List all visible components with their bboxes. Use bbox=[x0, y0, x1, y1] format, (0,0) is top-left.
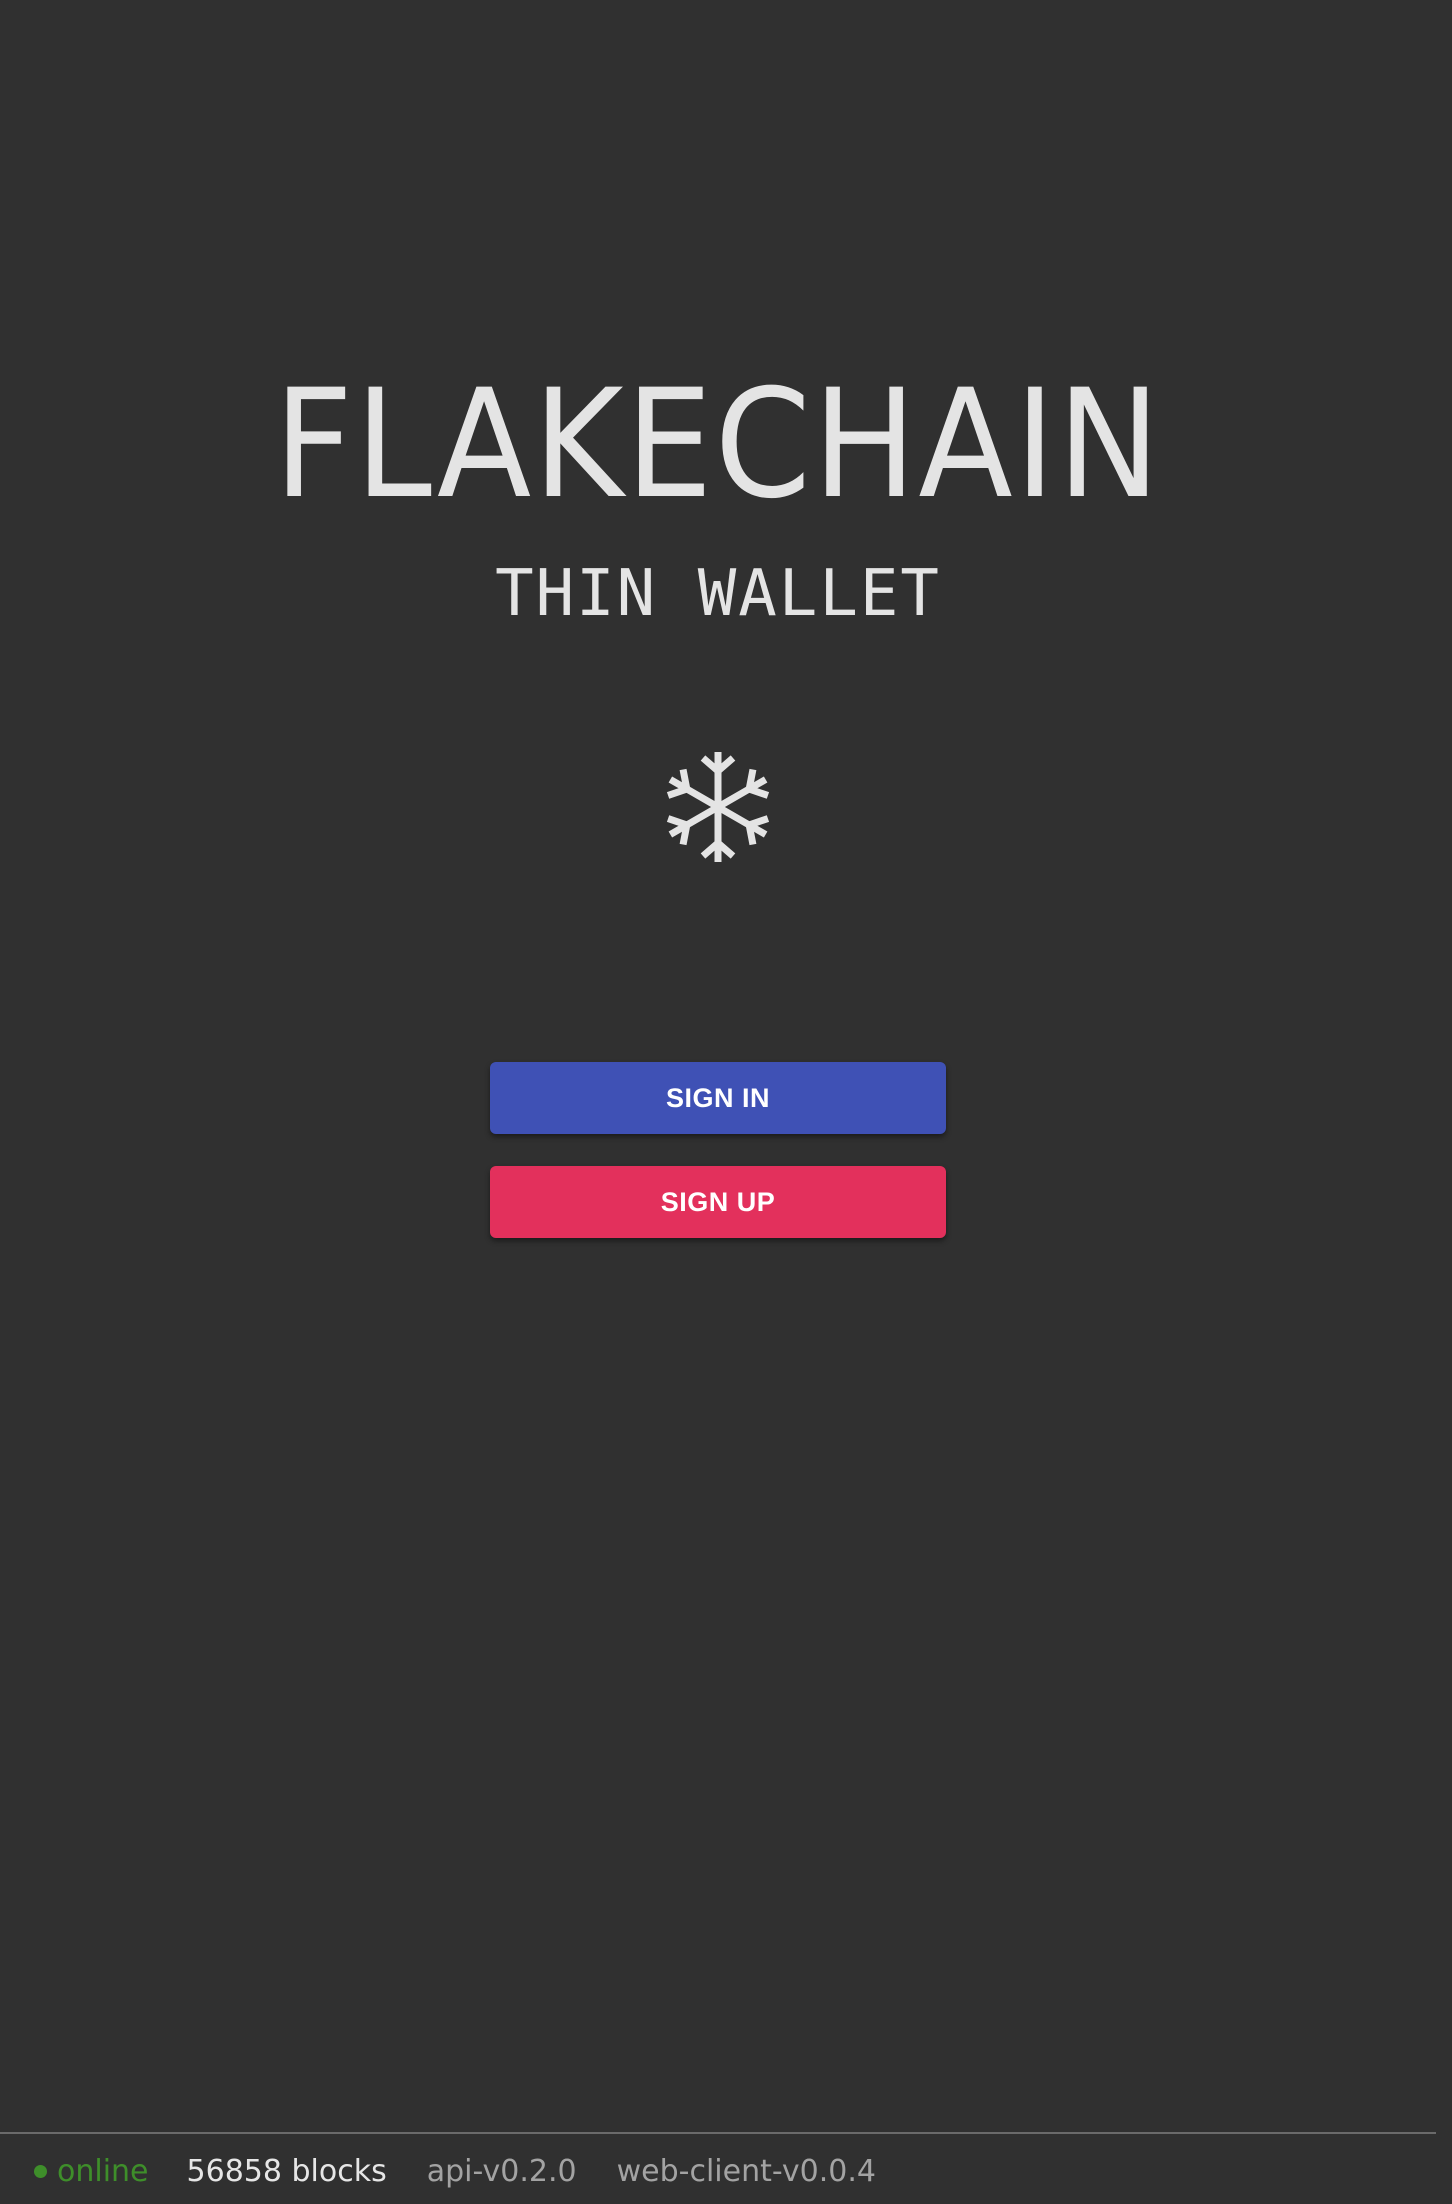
sign-in-button[interactable]: SIGN IN bbox=[490, 1062, 946, 1134]
api-version: api-v0.2.0 bbox=[426, 2153, 577, 2189]
block-count: 56858 blocks bbox=[186, 2153, 387, 2189]
sign-up-button[interactable]: SIGN UP bbox=[490, 1166, 946, 1238]
connection-status: online bbox=[34, 2154, 149, 2189]
snowflake-icon bbox=[666, 752, 770, 862]
client-version: web-client-v0.0.4 bbox=[616, 2153, 876, 2189]
status-dot-icon bbox=[34, 2164, 47, 2178]
app-subtitle: THIN WALLET bbox=[495, 557, 941, 631]
app-title: FLAKECHAIN bbox=[273, 358, 1163, 532]
status-bar: online 56858 blocks api-v0.2.0 web-clien… bbox=[34, 2144, 876, 2198]
footer-divider bbox=[0, 2132, 1436, 2134]
status-text: online bbox=[57, 2153, 149, 2189]
